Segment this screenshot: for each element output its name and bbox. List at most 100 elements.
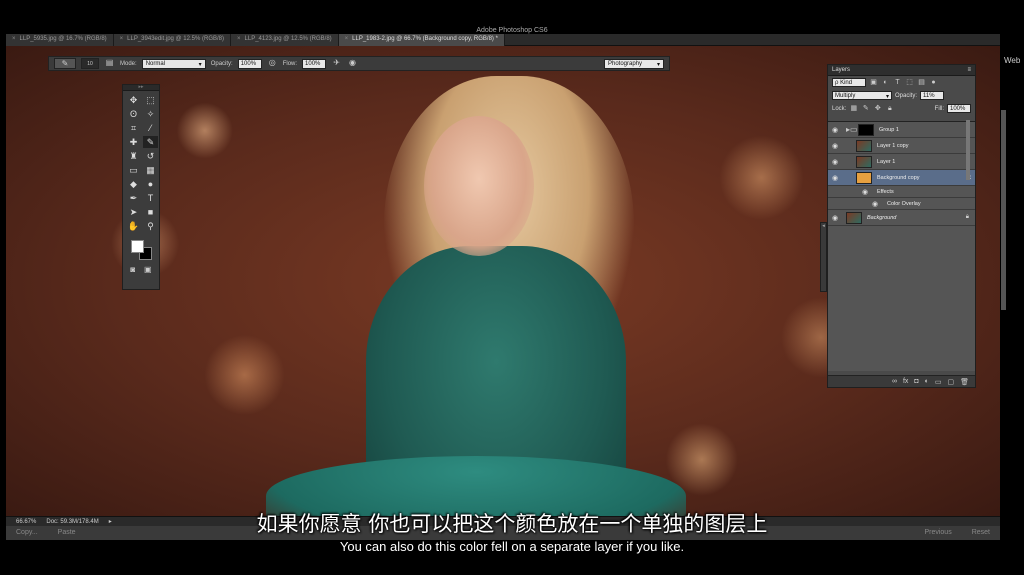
shape-tool-icon[interactable]: ■ [143, 206, 158, 218]
chevron-down-icon: ▾ [885, 94, 889, 100]
app-title: Adobe Photoshop CS6 [476, 27, 548, 34]
layers-panel-title-label: Layers [832, 67, 851, 73]
healing-tool-icon[interactable]: ✚ [126, 136, 141, 148]
move-tool-icon[interactable]: ✥ [126, 94, 141, 106]
flow-label: Flow: [282, 60, 298, 67]
eye-icon[interactable]: ◉ [858, 188, 872, 196]
filter-toggle-icon[interactable]: ● [929, 78, 938, 87]
photo-face [424, 116, 534, 256]
add-style-icon[interactable]: fx [903, 378, 908, 385]
opacity-input[interactable]: 100% [237, 58, 262, 69]
airbrush-icon[interactable]: ✈ [331, 58, 342, 69]
screen-mode-icon[interactable]: ▣ [144, 265, 152, 274]
brush-panel-toggle-icon[interactable]: ▤ [104, 58, 115, 69]
layer-effects-row[interactable]: ◉ Effects [828, 186, 975, 198]
canvas-vertical-scrollbar[interactable] [1001, 110, 1006, 310]
close-icon[interactable]: × [120, 36, 124, 46]
stamp-tool-icon[interactable]: ♜ [126, 150, 141, 162]
hand-tool-icon[interactable]: ✋ [126, 220, 141, 232]
tab-document-4[interactable]: × LLP_1983-2.jpg @ 66.7% (Background copy… [338, 34, 505, 46]
filter-pixel-icon[interactable]: ▣ [869, 78, 878, 87]
new-layer-icon[interactable]: ▢ [947, 378, 954, 386]
lock-image-icon[interactable]: ✎ [861, 104, 870, 113]
eye-icon[interactable]: ◉ [828, 126, 842, 134]
tab-document-2[interactable]: × LLP_3943edit.jpg @ 12.5% (RGB/8) [113, 34, 231, 46]
filter-adjustment-icon[interactable]: ◐ [881, 78, 890, 87]
workspace-select[interactable]: Photography ▾ [604, 58, 664, 69]
layer-row-background-copy[interactable]: ◉ Background copy fx [828, 170, 975, 186]
kind-filter-select[interactable]: ρ Kind [832, 78, 866, 87]
crop-tool-icon[interactable]: ⌗ [126, 122, 141, 134]
pen-tool-icon[interactable]: ✒ [126, 192, 141, 204]
link-layers-icon[interactable]: ∞ [892, 378, 897, 385]
dodge-tool-icon[interactable]: ● [143, 178, 158, 190]
fill-input[interactable]: 100% [947, 104, 971, 113]
layer-row-layer-1[interactable]: ◉ Layer 1 [828, 154, 975, 170]
pressure-opacity-icon[interactable]: ◎ [267, 58, 278, 69]
pressure-size-icon[interactable]: ◉ [347, 58, 358, 69]
layers-panel: Layers ≡ ρ Kind ▣ ◐ T ⬚ ▤ ● Multiply ▾ Op… [827, 64, 976, 388]
layer-row-group-1[interactable]: ◉ ▸▭ Group 1 [828, 122, 975, 138]
mode-select[interactable]: Normal ▾ [141, 58, 206, 69]
layer-name: Background copy [877, 174, 920, 181]
eye-icon[interactable]: ◉ [868, 200, 882, 208]
layer-row-layer-1-copy[interactable]: ◉ Layer 1 copy [828, 138, 975, 154]
layer-name: Group 1 [879, 126, 899, 133]
add-mask-icon[interactable]: ◘ [914, 378, 918, 385]
eraser-tool-icon[interactable]: ▭ [126, 164, 141, 176]
flow-input[interactable]: 100% [302, 58, 327, 69]
chevron-down-icon: ▾ [198, 61, 202, 68]
quick-mask-icon[interactable]: ◙ [130, 265, 135, 274]
quick-select-tool-icon[interactable]: ✧ [143, 108, 158, 120]
close-icon[interactable]: × [237, 36, 241, 46]
layer-opacity-input[interactable]: 11% [920, 91, 945, 100]
lasso-tool-icon[interactable]: ʘ [126, 108, 141, 120]
close-icon[interactable]: × [12, 36, 16, 46]
layers-blend-row: Multiply ▾ Opacity: 11% [828, 89, 975, 102]
new-group-icon[interactable]: ▭ [935, 378, 942, 386]
eye-icon[interactable]: ◉ [828, 174, 842, 182]
layer-opacity-label: Opacity: [895, 92, 918, 99]
brush-tool-icon[interactable]: ✎ [143, 136, 158, 148]
type-tool-icon[interactable]: T [143, 192, 158, 204]
zoom-tool-icon[interactable]: ⚲ [143, 220, 158, 232]
delete-layer-icon[interactable]: 🗑︎ [960, 378, 969, 386]
layer-effect-color-overlay[interactable]: ◉ Color Overlay [828, 198, 975, 210]
gradient-tool-icon[interactable]: ▦ [143, 164, 158, 176]
tab-document-1[interactable]: × LLP_5935.jpg @ 16.7% (RGB/8) [6, 34, 114, 46]
path-select-tool-icon[interactable]: ➤ [126, 206, 141, 218]
filter-smart-object-icon[interactable]: ▤ [917, 78, 926, 87]
new-adjustment-icon[interactable]: ◐ [925, 378, 929, 385]
letterbox-top [0, 0, 1024, 26]
lock-transparent-icon[interactable]: ▦ [849, 104, 858, 113]
foreground-color-swatch[interactable] [131, 240, 144, 253]
tab-document-3[interactable]: × LLP_4123.jpg @ 12.5% (RGB/8) [231, 34, 339, 46]
layers-scrollbar[interactable] [966, 120, 970, 180]
brush-preset-picker[interactable]: ✎ [54, 58, 76, 69]
side-panel-label: Web [1004, 56, 1021, 65]
collapsed-panel-dock[interactable]: ◂ [820, 222, 827, 292]
layer-mask-thumbnail[interactable] [858, 123, 874, 136]
blur-tool-icon[interactable]: ◆ [126, 178, 141, 190]
layers-panel-title: Layers ≡ [828, 65, 975, 76]
history-brush-tool-icon[interactable]: ↺ [143, 150, 158, 162]
layer-thumbnail [856, 171, 872, 184]
lock-position-icon[interactable]: ✥ [873, 104, 882, 113]
layer-thumbnail [856, 155, 872, 168]
layer-row-background[interactable]: ◉ Background 🔒︎ [828, 210, 975, 226]
eye-icon[interactable]: ◉ [828, 214, 842, 222]
eye-icon[interactable]: ◉ [828, 142, 842, 150]
filter-type-icon[interactable]: T [893, 78, 902, 87]
close-icon[interactable]: × [345, 36, 349, 46]
marquee-tool-icon[interactable]: ⬚ [143, 94, 158, 106]
brush-size-picker[interactable]: 10 [81, 58, 99, 69]
lock-label: Lock: [832, 105, 847, 112]
lock-all-icon[interactable]: 🔒︎ [885, 104, 894, 113]
filter-shape-icon[interactable]: ⬚ [905, 78, 914, 87]
layer-thumbnail [846, 211, 862, 224]
eye-icon[interactable]: ◉ [828, 158, 842, 166]
blend-mode-select[interactable]: Multiply ▾ [832, 91, 892, 100]
layer-name: Layer 1 copy [877, 142, 909, 149]
panel-menu-icon[interactable]: ≡ [967, 67, 971, 73]
eyedropper-tool-icon[interactable]: ⁄ [143, 122, 158, 134]
